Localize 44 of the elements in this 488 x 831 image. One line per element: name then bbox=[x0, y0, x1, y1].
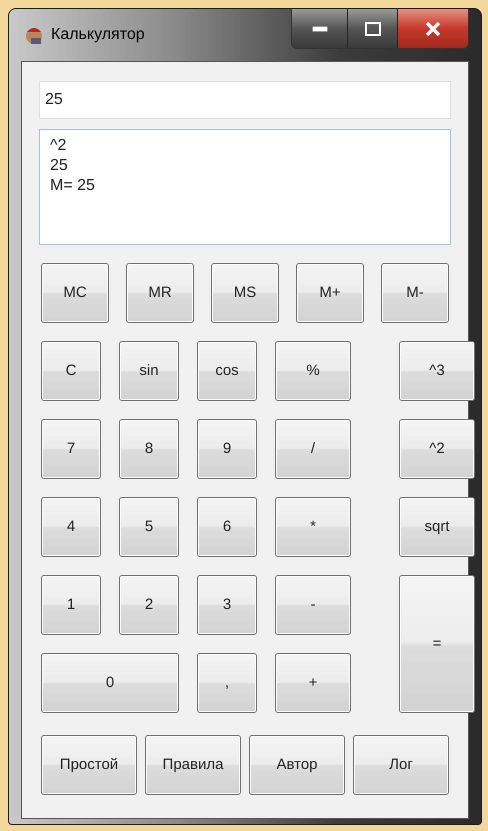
log-line: ^2 bbox=[50, 136, 68, 156]
log-area[interactable]: ^2 25 M= 25 bbox=[39, 129, 451, 245]
key-button[interactable]: 1 bbox=[41, 575, 101, 635]
key-button[interactable]: ^3 bbox=[399, 341, 475, 401]
key-button[interactable]: sqrt bbox=[399, 497, 475, 557]
key-button[interactable]: , bbox=[197, 653, 257, 713]
key-button[interactable]: 6 bbox=[197, 497, 257, 557]
key-button[interactable]: 7 bbox=[41, 419, 101, 479]
key-button[interactable]: 3 bbox=[197, 575, 257, 635]
mode-button[interactable]: Простой bbox=[41, 735, 137, 795]
key-button[interactable]: 9 bbox=[197, 419, 257, 479]
mode-button[interactable]: Правила bbox=[145, 735, 241, 795]
key-button[interactable]: * bbox=[275, 497, 351, 557]
key-button[interactable]: 2 bbox=[119, 575, 179, 635]
key-button[interactable]: 4 bbox=[41, 497, 101, 557]
maximize-icon bbox=[364, 22, 380, 36]
close-button[interactable] bbox=[398, 9, 468, 48]
maximize-button[interactable] bbox=[348, 9, 398, 48]
key-button[interactable]: - bbox=[275, 575, 351, 635]
window-title: Калькулятор bbox=[51, 25, 145, 45]
key-button[interactable]: sin bbox=[119, 341, 179, 401]
key-button[interactable]: / bbox=[275, 419, 351, 479]
key-button[interactable]: C bbox=[41, 341, 101, 401]
minimize-button[interactable] bbox=[292, 9, 348, 48]
memory-button[interactable]: MS bbox=[211, 263, 279, 323]
key-button[interactable]: = bbox=[399, 575, 475, 713]
memory-button[interactable]: MR bbox=[126, 263, 194, 323]
log-line: 25 bbox=[50, 156, 69, 176]
memory-button[interactable]: M- bbox=[381, 263, 449, 323]
key-button[interactable]: + bbox=[275, 653, 351, 713]
log-line: M= 25 bbox=[50, 176, 96, 196]
memory-button[interactable]: M+ bbox=[296, 263, 364, 323]
mode-button[interactable]: Лог bbox=[353, 735, 449, 795]
key-button[interactable]: 8 bbox=[119, 419, 179, 479]
key-button[interactable]: 0 bbox=[41, 653, 179, 713]
minimize-icon bbox=[312, 26, 328, 32]
key-button[interactable]: 5 bbox=[119, 497, 179, 557]
key-button[interactable]: ^2 bbox=[399, 419, 475, 479]
key-button[interactable]: cos bbox=[197, 341, 257, 401]
close-icon bbox=[425, 22, 441, 36]
display-field[interactable]: 25 bbox=[39, 81, 451, 119]
memory-button[interactable]: MC bbox=[41, 263, 109, 323]
mode-button[interactable]: Автор bbox=[249, 735, 345, 795]
key-button[interactable]: % bbox=[275, 341, 351, 401]
